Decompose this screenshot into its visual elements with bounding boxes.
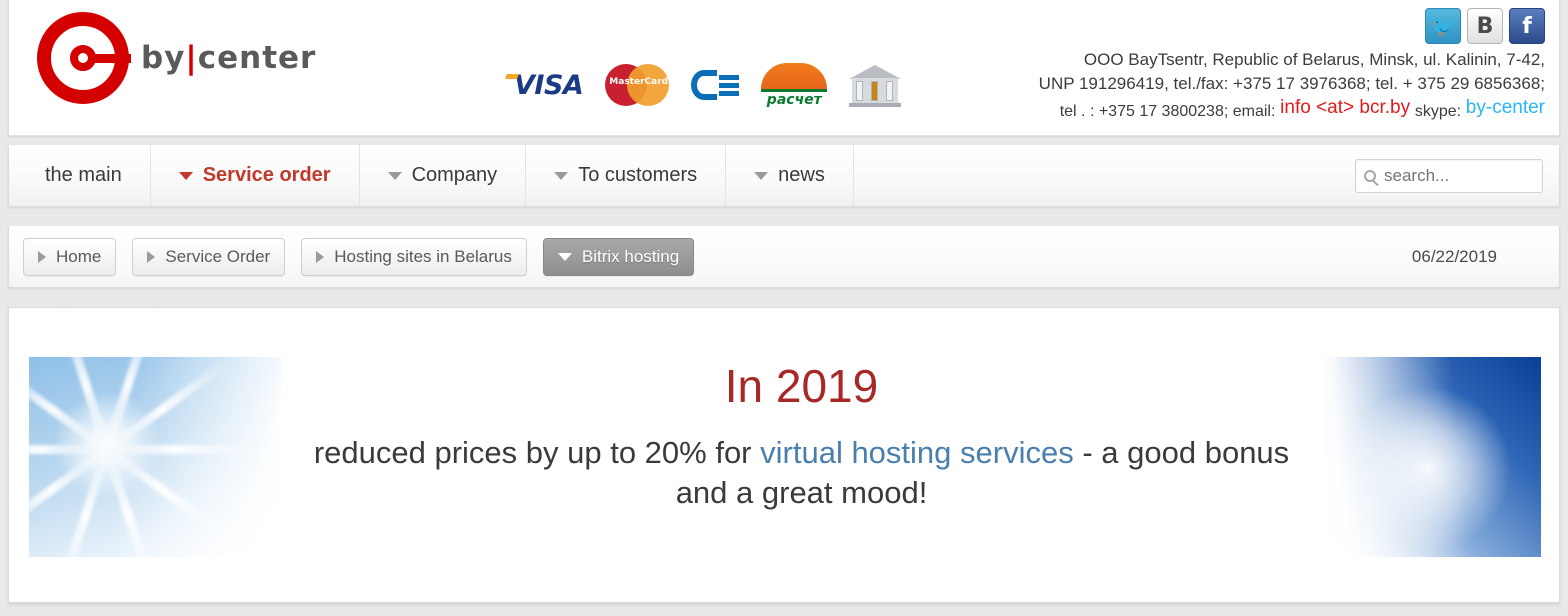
logo-dot: [70, 45, 96, 71]
search-input[interactable]: [1384, 166, 1534, 186]
contact-info: OOO BayTsentr, Republic of Belarus, Mins…: [985, 48, 1545, 124]
erip-circle: [691, 70, 718, 100]
twitter-icon[interactable]: 🐦: [1425, 8, 1461, 44]
nav-label-company: Company: [411, 164, 498, 186]
virtual-hosting-link[interactable]: virtual hosting services: [760, 435, 1074, 470]
nav-item-the-main[interactable]: the main: [9, 145, 151, 206]
search-box[interactable]: [1355, 159, 1543, 193]
nav-item-news[interactable]: news: [726, 145, 854, 206]
nav-item-company[interactable]: Company: [360, 145, 527, 206]
vk-letter: B: [1476, 13, 1494, 39]
visa-label: VISA: [514, 69, 584, 101]
promo-banner: In 2019 reduced prices by up to 20% for …: [9, 308, 1559, 594]
cloud-sky-image: [1323, 357, 1541, 557]
search-icon: [1364, 170, 1376, 182]
contact-skype-label: skype:: [1414, 103, 1462, 120]
sun-sky-image: [9, 308, 281, 594]
chevron-down-icon: [387, 171, 402, 180]
current-date: 06/22/2019: [1411, 246, 1497, 266]
breadcrumb-item-bitrix-hosting[interactable]: Bitrix hosting: [542, 237, 695, 276]
bank-transfer-icon: [849, 62, 902, 108]
logo-word-center: center: [197, 40, 317, 76]
logo-word-bar: |: [185, 40, 198, 76]
chevron-right-icon: [147, 250, 156, 263]
chevron-right-icon: [316, 250, 325, 263]
bank-floor: [849, 103, 902, 107]
payment-methods: VISA MasterCard расчет: [514, 62, 902, 108]
visa-icon: VISA: [514, 62, 584, 108]
breadcrumb-label-hosting-sites: Hosting sites in Belarus: [334, 246, 512, 266]
breadcrumb-label-home: Home: [56, 246, 102, 266]
raschet-label: расчет: [761, 88, 828, 108]
erip-icon: [691, 62, 740, 108]
site-logo[interactable]: by|center: [37, 12, 316, 104]
raschet-icon: расчет: [761, 62, 828, 108]
chevron-down-icon: [554, 171, 569, 180]
breadcrumb-bar: Home Service Order Hosting sites in Bela…: [8, 226, 1560, 288]
logo-wordmark: by|center: [141, 40, 316, 76]
promo-text: In 2019 reduced prices by up to 20% for …: [299, 357, 1304, 513]
social-links: 🐦 B f: [1425, 8, 1545, 44]
promo-sub-before: reduced prices by up to 20% for: [313, 435, 752, 470]
twitter-bird-glyph: 🐦: [1430, 14, 1456, 38]
breadcrumb-item-hosting-sites[interactable]: Hosting sites in Belarus: [301, 237, 527, 276]
nav-item-service-order[interactable]: Service order: [151, 145, 360, 206]
chevron-right-icon: [38, 250, 46, 263]
breadcrumb-item-service-order[interactable]: Service Order: [132, 237, 286, 276]
raschet-arc: [761, 62, 828, 89]
nav-item-list: the main Service order Company To custom…: [9, 145, 854, 206]
bank-columns: [852, 78, 899, 104]
contact-tel-label: tel . : +375 17 3800238; email:: [1059, 103, 1276, 120]
main-navigation: the main Service order Company To custom…: [8, 145, 1560, 207]
logo-mark-icon: [37, 12, 131, 104]
facebook-icon[interactable]: f: [1509, 8, 1545, 44]
nav-label-news: news: [778, 164, 825, 186]
promo-headline: In 2019: [724, 360, 879, 412]
breadcrumb: Home Service Order Hosting sites in Bela…: [23, 237, 695, 276]
contact-line-2: UNP 191296419, tel./fax: +375 17 3976368…: [1038, 74, 1545, 93]
page-root: by|center VISA MasterCard расчет 🐦 B f O…: [0, 0, 1568, 616]
contact-skype[interactable]: by-center: [1466, 97, 1545, 118]
breadcrumb-label-bitrix-hosting: Bitrix hosting: [581, 246, 680, 266]
bank-roof: [849, 65, 902, 79]
breadcrumb-label-service-order: Service Order: [165, 246, 271, 266]
mastercard-icon: MasterCard: [605, 62, 670, 108]
mastercard-label: MasterCard: [609, 77, 669, 87]
main-content-panel: In 2019 reduced prices by up to 20% for …: [8, 307, 1560, 603]
logo-word-by: by: [141, 40, 186, 76]
nav-label-to-customers: To customers: [578, 164, 698, 186]
nav-label-service-order: Service order: [202, 164, 331, 186]
promo-subline: reduced prices by up to 20% for virtual …: [299, 433, 1304, 513]
erip-bars: [719, 74, 740, 96]
contact-email[interactable]: info <at> bcr.by: [1280, 97, 1410, 118]
nav-label-the-main: the main: [45, 164, 122, 186]
site-header: by|center VISA MasterCard расчет 🐦 B f O…: [8, 0, 1560, 136]
chevron-down-icon: [178, 171, 193, 180]
nav-item-to-customers[interactable]: To customers: [526, 145, 727, 206]
contact-line-1: OOO BayTsentr, Republic of Belarus, Mins…: [1083, 50, 1545, 69]
breadcrumb-item-home[interactable]: Home: [23, 237, 117, 276]
chevron-down-icon: [754, 171, 769, 180]
contact-line-3: tel . : +375 17 3800238; email: info <at…: [985, 96, 1545, 124]
facebook-letter: f: [1522, 13, 1532, 39]
chevron-down-icon: [557, 252, 572, 261]
vk-icon[interactable]: B: [1467, 8, 1503, 44]
